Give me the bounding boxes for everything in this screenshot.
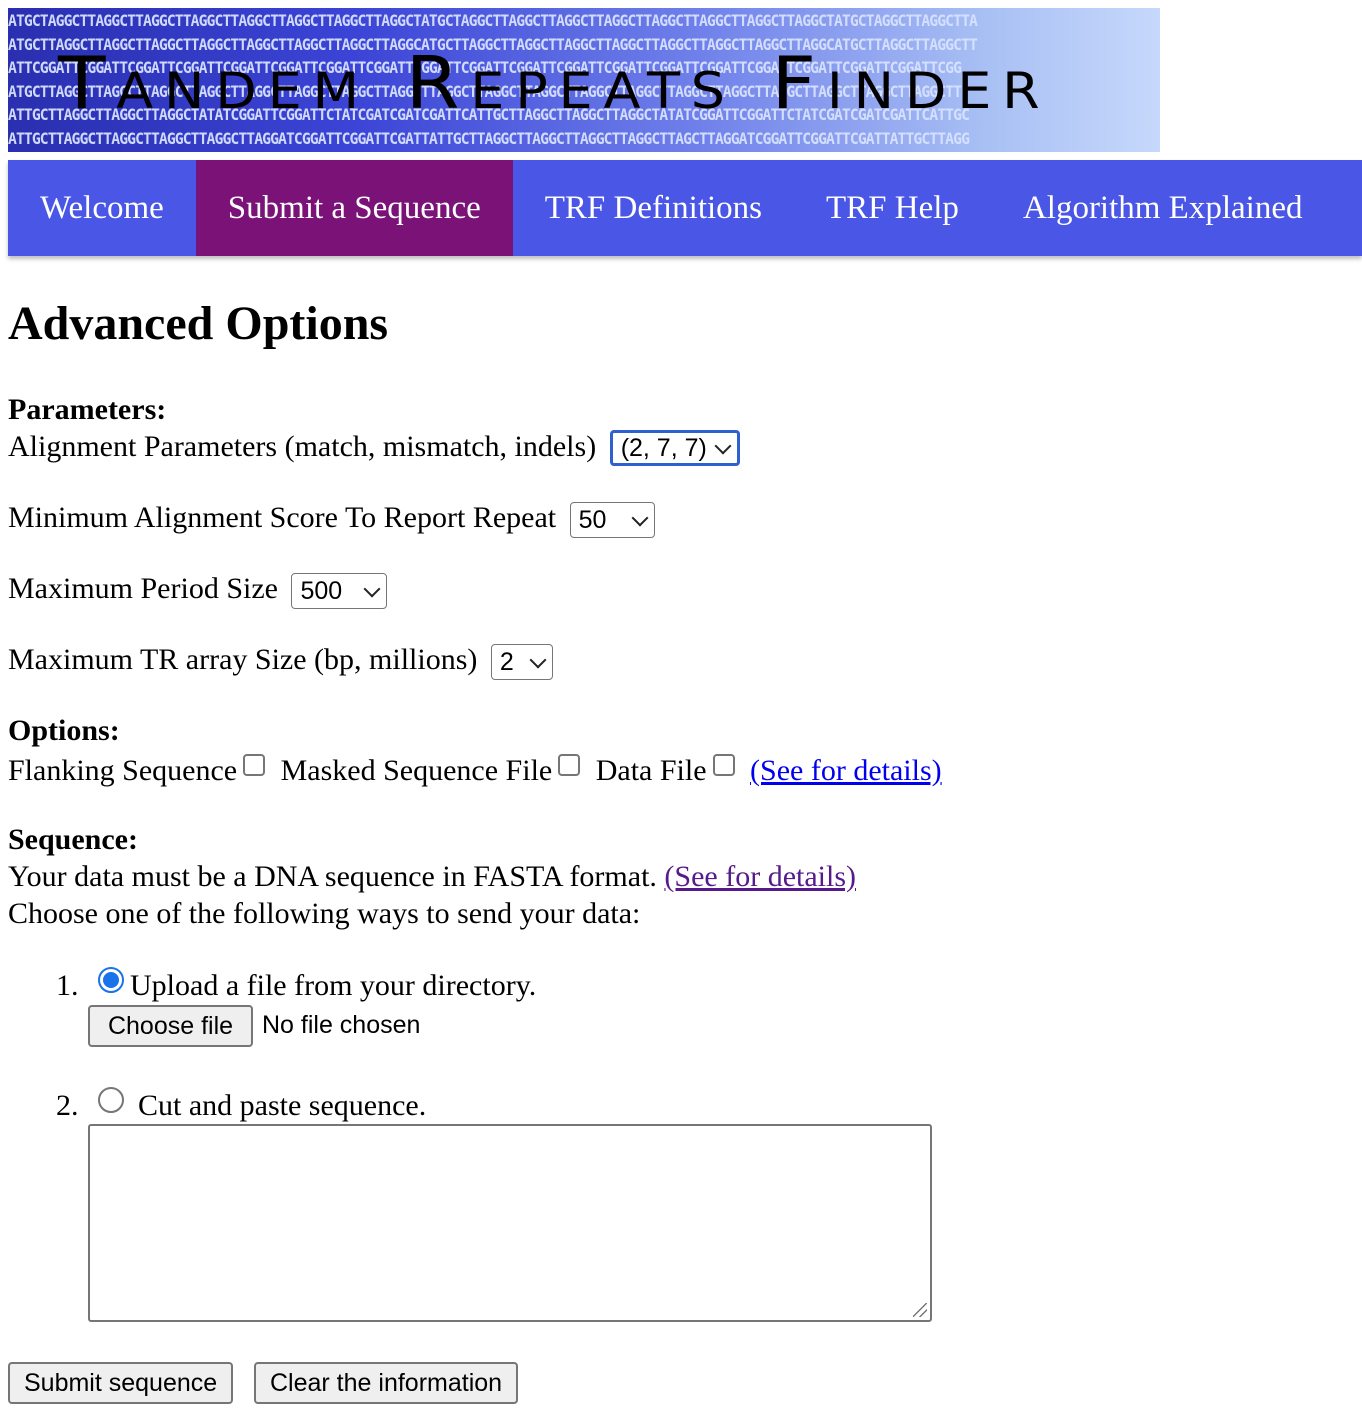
no-file-text: No file chosen bbox=[262, 1011, 421, 1039]
nav-welcome[interactable]: Welcome bbox=[8, 160, 196, 256]
paste-option-label: Cut and paste sequence. bbox=[138, 1089, 427, 1122]
max-tr-array-row: Maximum TR array Size (bp, millions) 2 bbox=[8, 641, 553, 681]
max-period-label: Maximum Period Size bbox=[8, 572, 278, 605]
masked-checkbox[interactable] bbox=[558, 754, 581, 776]
sequence-textarea[interactable] bbox=[88, 1124, 932, 1322]
options-heading: Options: bbox=[8, 714, 120, 747]
upload-option-row: 1. Upload a file from your directory. bbox=[56, 967, 536, 1004]
sequence-intro-row: Your data must be a DNA sequence in FAST… bbox=[8, 858, 856, 895]
dna-row: ATTGCTTAGGCTTAGGCTTAGGCTTAGGCTTAGGATCGGA… bbox=[8, 128, 970, 148]
sequence-intro: Your data must be a DNA sequence in FAST… bbox=[8, 860, 657, 893]
dna-row: ATGCTAGGCTTAGGCTTAGGCTTAGGCTTAGGCTTAGGCT… bbox=[8, 11, 978, 30]
alignment-select[interactable]: (2, 7, 7) bbox=[609, 430, 740, 467]
paste-radio[interactable] bbox=[98, 1087, 124, 1113]
max-tr-array-select-value: 2 bbox=[499, 648, 514, 677]
masked-label: Masked Sequence File bbox=[280, 754, 553, 787]
clear-information-button[interactable]: Clear the information bbox=[254, 1362, 519, 1404]
min-score-label: Minimum Alignment Score To Report Repeat bbox=[8, 501, 557, 534]
option2-number: 2. bbox=[56, 1089, 79, 1122]
page-title: Advanced Options bbox=[8, 297, 389, 350]
submit-sequence-button[interactable]: Submit sequence bbox=[8, 1362, 234, 1404]
flanking-checkbox[interactable] bbox=[243, 754, 266, 776]
chevron-down-icon bbox=[529, 651, 547, 669]
nav-algorithm-explained[interactable]: Algorithm Explained bbox=[991, 160, 1335, 256]
chevron-down-icon bbox=[631, 509, 649, 527]
max-period-select-value: 500 bbox=[300, 577, 343, 606]
resize-grip-icon[interactable] bbox=[913, 1303, 927, 1317]
option1-number: 1. bbox=[56, 969, 79, 1002]
upload-option-label: Upload a file from your directory. bbox=[130, 969, 537, 1002]
chevron-down-icon bbox=[363, 580, 381, 598]
nav-submit-sequence[interactable]: Submit a Sequence bbox=[195, 160, 513, 256]
options-row: Flanking Sequence Masked Sequence File D… bbox=[8, 752, 942, 789]
sequence-heading: Sequence: bbox=[8, 823, 138, 856]
data-file-checkbox[interactable] bbox=[712, 754, 735, 776]
max-tr-array-label: Maximum TR array Size (bp, millions) bbox=[8, 643, 478, 676]
alignment-select-value: (2, 7, 7) bbox=[620, 434, 707, 463]
parameters-heading: Parameters: bbox=[8, 393, 167, 426]
main-nav: Welcome Submit a Sequence TRF Definition… bbox=[8, 160, 1362, 256]
choose-file-button[interactable]: Choose file bbox=[88, 1005, 253, 1047]
alignment-label: Alignment Parameters (match, mismatch, i… bbox=[8, 430, 597, 463]
chevron-down-icon bbox=[714, 437, 732, 455]
options-details-link[interactable]: (See for details) bbox=[750, 754, 942, 787]
flanking-label: Flanking Sequence bbox=[8, 754, 238, 787]
banner-title: Tandem Repeats Finder bbox=[58, 41, 1051, 125]
min-score-select[interactable]: 50 bbox=[569, 502, 656, 539]
max-tr-array-select[interactable]: 2 bbox=[490, 644, 553, 681]
nav-trf-definitions[interactable]: TRF Definitions bbox=[513, 160, 794, 256]
max-period-row: Maximum Period Size 500 bbox=[8, 570, 388, 610]
data-file-label: Data File bbox=[595, 754, 707, 787]
min-score-row: Minimum Alignment Score To Report Repeat… bbox=[8, 499, 656, 539]
min-score-select-value: 50 bbox=[578, 506, 607, 535]
nav-trf-help[interactable]: TRF Help bbox=[794, 160, 991, 256]
paste-option-row: 2. Cut and paste sequence. bbox=[56, 1087, 426, 1124]
sequence-details-link[interactable]: (See for details) bbox=[664, 860, 856, 893]
alignment-row: Alignment Parameters (match, mismatch, i… bbox=[8, 428, 740, 467]
choose-text: Choose one of the following ways to send… bbox=[8, 897, 641, 930]
banner-logo: ATGCTAGGCTTAGGCTTAGGCTTAGGCTTAGGCTTAGGCT… bbox=[8, 8, 1160, 152]
upload-radio[interactable] bbox=[98, 967, 124, 993]
max-period-select[interactable]: 500 bbox=[291, 573, 388, 610]
